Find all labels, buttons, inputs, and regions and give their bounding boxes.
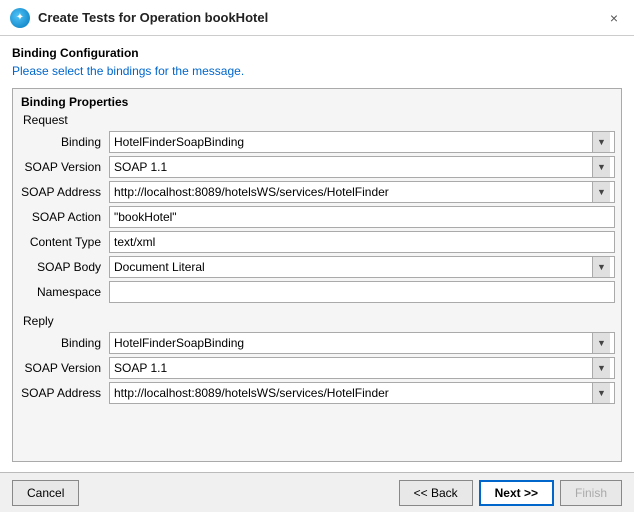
title-bar: Create Tests for Operation bookHotel ×	[0, 0, 634, 36]
binding-field: HotelFinderSoapBinding ▼	[109, 131, 615, 153]
soap-version-select[interactable]: SOAP 1.1 ▼	[109, 156, 615, 178]
cancel-button[interactable]: Cancel	[12, 480, 79, 506]
soap-body-value: Document Literal	[114, 260, 592, 274]
window-icon	[10, 8, 30, 28]
content-type-input[interactable]	[109, 231, 615, 253]
soap-body-label: SOAP Body	[19, 260, 109, 274]
soap-body-select[interactable]: Document Literal ▼	[109, 256, 615, 278]
binding-properties-panel: Binding Properties Request Binding Hotel…	[12, 88, 622, 462]
window-title: Create Tests for Operation bookHotel	[38, 10, 604, 25]
soap-address-value: http://localhost:8089/hotelsWS/services/…	[114, 185, 592, 199]
namespace-row: Namespace	[19, 281, 615, 303]
soap-action-label: SOAP Action	[19, 210, 109, 224]
namespace-label: Namespace	[19, 285, 109, 299]
soap-version-row: SOAP Version SOAP 1.1 ▼	[19, 156, 615, 178]
reply-soap-version-value: SOAP 1.1	[114, 361, 592, 375]
content-type-field	[109, 231, 615, 253]
reply-soap-version-label: SOAP Version	[19, 361, 109, 375]
soap-version-value: SOAP 1.1	[114, 160, 592, 174]
binding-dropdown-arrow: ▼	[592, 132, 610, 152]
reply-soap-address-field: http://localhost:8089/hotelsWS/services/…	[109, 382, 615, 404]
section-description: Please select the bindings for the messa…	[12, 64, 622, 78]
reply-soap-version-row: SOAP Version SOAP 1.1 ▼	[19, 357, 615, 379]
reply-soap-address-select[interactable]: http://localhost:8089/hotelsWS/services/…	[109, 382, 615, 404]
description-static: Please select the bindings for the	[12, 64, 192, 78]
reply-section-label: Reply	[19, 314, 615, 328]
content-type-row: Content Type	[19, 231, 615, 253]
next-button[interactable]: Next >>	[479, 480, 554, 506]
soap-action-row: SOAP Action	[19, 206, 615, 228]
close-button[interactable]: ×	[604, 8, 624, 28]
footer-left: Cancel	[12, 480, 399, 506]
footer-right: << Back Next >> Finish	[399, 480, 622, 506]
finish-button[interactable]: Finish	[560, 480, 622, 506]
content-area: Binding Configuration Please select the …	[0, 36, 634, 472]
reply-soap-version-arrow: ▼	[592, 358, 610, 378]
soap-version-label: SOAP Version	[19, 160, 109, 174]
soap-action-input[interactable]	[109, 206, 615, 228]
soap-address-field: http://localhost:8089/hotelsWS/services/…	[109, 181, 615, 203]
soap-version-field: SOAP 1.1 ▼	[109, 156, 615, 178]
reply-soap-address-row: SOAP Address http://localhost:8089/hotel…	[19, 382, 615, 404]
reply-soap-address-label: SOAP Address	[19, 386, 109, 400]
request-section-label: Request	[19, 113, 615, 127]
binding-select-value: HotelFinderSoapBinding	[114, 135, 592, 149]
binding-properties-title: Binding Properties	[19, 95, 615, 109]
soap-body-arrow: ▼	[592, 257, 610, 277]
binding-select[interactable]: HotelFinderSoapBinding ▼	[109, 131, 615, 153]
reply-soap-version-field: SOAP 1.1 ▼	[109, 357, 615, 379]
reply-soap-address-arrow: ▼	[592, 383, 610, 403]
soap-body-field: Document Literal ▼	[109, 256, 615, 278]
reply-binding-select[interactable]: HotelFinderSoapBinding ▼	[109, 332, 615, 354]
reply-binding-row: Binding HotelFinderSoapBinding ▼	[19, 332, 615, 354]
soap-address-row: SOAP Address http://localhost:8089/hotel…	[19, 181, 615, 203]
reply-binding-field: HotelFinderSoapBinding ▼	[109, 332, 615, 354]
namespace-field	[109, 281, 615, 303]
reply-binding-value: HotelFinderSoapBinding	[114, 336, 592, 350]
request-binding-row: Binding HotelFinderSoapBinding ▼	[19, 131, 615, 153]
soap-body-row: SOAP Body Document Literal ▼	[19, 256, 615, 278]
soap-address-arrow: ▼	[592, 182, 610, 202]
description-end: .	[241, 64, 244, 78]
soap-address-label: SOAP Address	[19, 185, 109, 199]
reply-binding-label: Binding	[19, 336, 109, 350]
section-heading: Binding Configuration	[12, 46, 622, 60]
namespace-input[interactable]	[109, 281, 615, 303]
back-button[interactable]: << Back	[399, 480, 473, 506]
reply-soap-address-value: http://localhost:8089/hotelsWS/services/…	[114, 386, 592, 400]
soap-address-select[interactable]: http://localhost:8089/hotelsWS/services/…	[109, 181, 615, 203]
reply-soap-version-select[interactable]: SOAP 1.1 ▼	[109, 357, 615, 379]
footer: Cancel << Back Next >> Finish	[0, 472, 634, 512]
soap-action-field	[109, 206, 615, 228]
soap-version-arrow: ▼	[592, 157, 610, 177]
reply-binding-arrow: ▼	[592, 333, 610, 353]
description-link[interactable]: message	[192, 64, 241, 78]
binding-label: Binding	[19, 135, 109, 149]
content-type-label: Content Type	[19, 235, 109, 249]
